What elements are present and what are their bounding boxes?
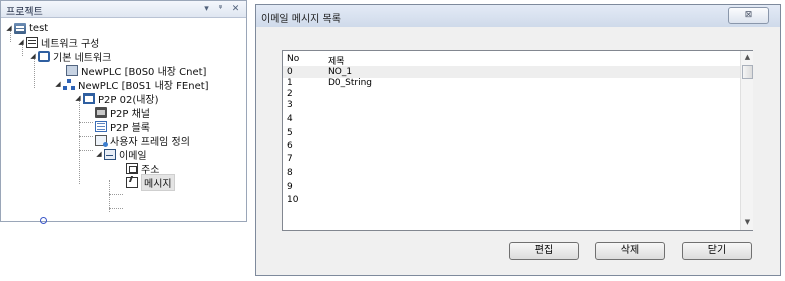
row-number: 9 <box>287 182 293 192</box>
email-message-list-dialog: 이메일 메시지 목록 ⊠ No 제목 0 NO_1 1 D0_String 2 … <box>255 4 781 276</box>
expand-arrow-icon[interactable]: ◢ <box>54 80 62 88</box>
tree-item-label: P2P 02(내장) <box>98 94 159 106</box>
tree-item-p2p-channel[interactable]: P2P 채널 <box>94 105 151 120</box>
row-number: 10 <box>287 195 299 205</box>
dropdown-icon[interactable]: ▾ <box>201 3 212 15</box>
cnet-module-icon <box>66 64 78 76</box>
dialog-title: 이메일 메시지 목록 <box>261 14 341 25</box>
close-icon[interactable]: ✕ <box>230 3 241 15</box>
base-network-icon <box>38 50 50 62</box>
tree-item-cnet[interactable]: NewPLC [B0S0 내장 Cnet] <box>65 63 207 78</box>
list-row[interactable]: 9 <box>283 181 740 193</box>
tree-item-label: 네트워크 구성 <box>41 38 100 50</box>
tree-guide <box>79 150 93 151</box>
row-number: 5 <box>287 128 293 138</box>
tree-item-message[interactable]: 메시지 <box>125 173 175 191</box>
email-icon <box>104 148 116 160</box>
tree-guide <box>109 194 123 195</box>
delete-button[interactable]: 삭제 <box>595 242 665 260</box>
expand-arrow-icon[interactable]: ◢ <box>5 24 13 32</box>
tree-guide <box>79 122 93 123</box>
tree-item-fenet[interactable]: ◢ NewPLC [B0S1 내장 FEnet] <box>54 77 209 92</box>
tree-item-p2p-block[interactable]: P2P 블록 <box>94 119 151 134</box>
expand-arrow-icon[interactable]: ◢ <box>95 150 103 158</box>
row-number: 3 <box>287 100 293 110</box>
close-button[interactable]: 닫기 <box>682 242 752 260</box>
p2p-icon <box>83 92 95 104</box>
dialog-title-bar: 이메일 메시지 목록 ⊠ <box>256 5 780 27</box>
row-number: 4 <box>287 114 293 124</box>
row-number: 6 <box>287 141 293 151</box>
tree-item-label: 메시지 <box>141 173 175 191</box>
project-icon <box>14 22 26 34</box>
network-config-icon <box>26 36 38 48</box>
dialog-close-button[interactable]: ⊠ <box>728 7 769 24</box>
scroll-up-icon[interactable]: ▲ <box>741 52 754 63</box>
tree-item-label: 사용자 프레임 정의 <box>110 136 190 148</box>
tree-item-label: test <box>29 22 49 34</box>
list-row[interactable]: 4 <box>283 113 740 125</box>
tree-item-label: P2P 블록 <box>110 122 151 134</box>
row-number: 8 <box>287 168 293 178</box>
list-header: No 제목 <box>283 51 752 67</box>
tree-item-network-config[interactable]: ◢ 네트워크 구성 <box>17 35 100 50</box>
project-panel: 프로젝트 ▾ ᵠ ✕ ◢ test ◢ 네트워크 구성 ◢ 기본 네트워크 Ne… <box>0 0 247 222</box>
tree-item-p2p[interactable]: ◢ P2P 02(내장) <box>74 91 159 106</box>
fenet-module-icon <box>63 78 75 90</box>
tree-item-user-frame[interactable]: 사용자 프레임 정의 <box>94 133 190 148</box>
row-number: 7 <box>287 154 293 164</box>
pin-icon[interactable]: ᵠ <box>215 3 226 15</box>
tree-item-label: 기본 네트워크 <box>53 52 112 64</box>
list-row[interactable]: 3 <box>283 99 740 111</box>
tree-item-label: P2P 채널 <box>110 108 151 120</box>
expand-arrow-icon[interactable]: ◢ <box>74 94 82 102</box>
project-panel-title: 프로젝트 <box>6 7 43 18</box>
tree-item-label: 이메일 <box>119 150 147 162</box>
message-list[interactable]: No 제목 0 NO_1 1 D0_String 2 3 4 5 6 7 8 9… <box>282 50 753 231</box>
vertical-scrollbar[interactable]: ▲ ▼ <box>740 51 753 230</box>
list-row[interactable]: 10 <box>283 194 740 206</box>
project-panel-header: 프로젝트 ▾ ᵠ ✕ <box>1 1 246 18</box>
list-row[interactable]: 8 <box>283 167 740 179</box>
tree-item-test[interactable]: ◢ test <box>5 21 48 35</box>
close-icon: ⊠ <box>744 10 753 20</box>
expand-arrow-icon[interactable]: ◢ <box>17 38 25 46</box>
collapsed-node-indicator <box>40 217 47 224</box>
list-row[interactable]: 7 <box>283 153 740 165</box>
tree-guide <box>79 136 93 137</box>
list-row[interactable]: 6 <box>283 140 740 152</box>
p2p-channel-icon <box>95 106 107 118</box>
project-tree: ◢ test ◢ 네트워크 구성 ◢ 기본 네트워크 NewPLC [B0S0 … <box>1 18 246 221</box>
expand-arrow-icon[interactable]: ◢ <box>29 52 37 60</box>
p2p-block-icon <box>95 120 107 132</box>
edit-button[interactable]: 편집 <box>509 242 579 260</box>
tree-item-email[interactable]: ◢ 이메일 <box>95 147 147 162</box>
tree-item-base-network[interactable]: ◢ 기본 네트워크 <box>29 49 112 64</box>
tree-item-label: NewPLC [B0S0 내장 Cnet] <box>81 66 207 78</box>
column-header-no[interactable]: No <box>287 54 299 64</box>
tree-item-label: NewPLC [B0S1 내장 FEnet] <box>78 80 209 92</box>
address-icon <box>126 162 138 174</box>
tree-guide <box>109 208 123 209</box>
list-row[interactable]: 5 <box>283 127 740 139</box>
scroll-down-icon[interactable]: ▼ <box>741 217 754 228</box>
user-frame-icon <box>95 134 108 147</box>
tree-guide <box>79 96 80 184</box>
scrollbar-thumb[interactable] <box>742 65 753 79</box>
message-icon <box>126 176 138 188</box>
